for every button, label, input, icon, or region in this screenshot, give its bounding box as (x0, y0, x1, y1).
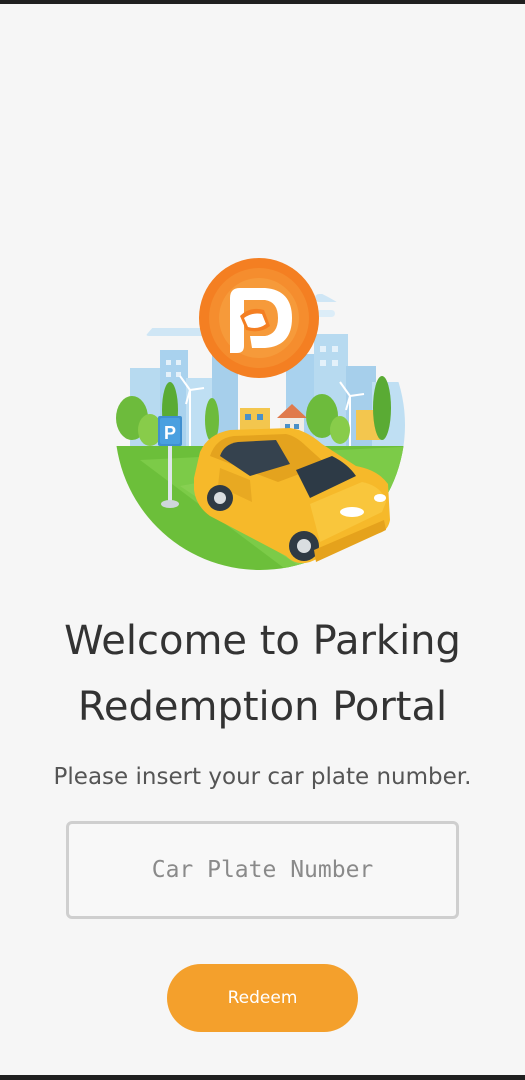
title-line-1: Welcome to Parking (64, 618, 461, 664)
parking-sign-letter: P (164, 423, 176, 443)
parking-redemption-logo-icon (199, 258, 319, 378)
instruction-text: Please insert your car plate number. (53, 764, 472, 790)
title-line-2: Redemption Portal (77, 684, 448, 730)
status-bar (0, 0, 525, 4)
navigation-bar (0, 1075, 525, 1080)
parking-car-illustration: P (115, 258, 405, 570)
car-plate-input[interactable] (66, 821, 459, 919)
redeem-button[interactable]: Redeem (167, 964, 358, 1032)
page-title: Welcome to Parking Redemption Portal (0, 608, 525, 740)
hero-illustration: P (100, 250, 420, 580)
